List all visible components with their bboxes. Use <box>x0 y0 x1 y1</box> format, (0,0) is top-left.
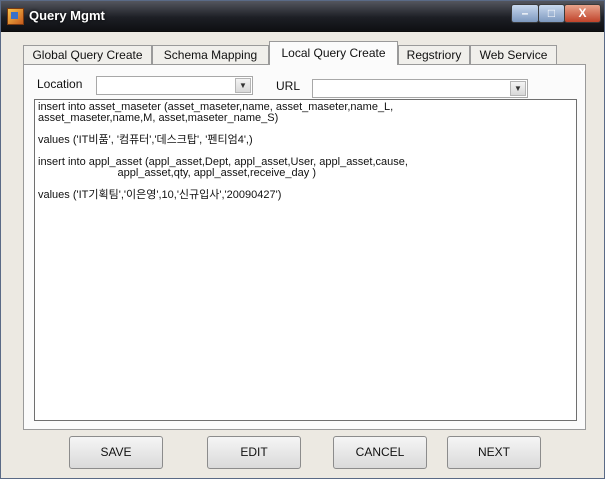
save-button[interactable]: SAVE <box>69 436 163 469</box>
tab-regstriory[interactable]: Regstriory <box>398 45 470 64</box>
title-bar[interactable]: Query Mgmt – □ X <box>1 1 604 32</box>
location-select[interactable]: ▼ <box>96 76 253 95</box>
window-title: Query Mgmt <box>29 8 105 23</box>
minimize-button[interactable]: – <box>511 4 539 23</box>
chevron-down-icon[interactable]: ▼ <box>510 81 526 96</box>
tab-schema-mapping[interactable]: Schema Mapping <box>152 45 269 64</box>
url-select[interactable]: ▼ <box>312 79 528 98</box>
close-button[interactable]: X <box>564 4 601 23</box>
maximize-icon: □ <box>547 6 556 20</box>
tab-local-query-create[interactable]: Local Query Create <box>269 41 398 65</box>
next-button[interactable]: NEXT <box>447 436 541 469</box>
tab-global-query-create[interactable]: Global Query Create <box>23 45 152 64</box>
chevron-down-icon[interactable]: ▼ <box>235 78 251 93</box>
query-mgmt-window: Query Mgmt – □ X Global Query Create Sch… <box>0 0 605 479</box>
close-icon: X <box>578 6 587 20</box>
location-label: Location <box>37 77 83 91</box>
query-text-area[interactable]: insert into asset_maseter (asset_maseter… <box>34 99 577 421</box>
tab-web-service[interactable]: Web Service <box>470 45 557 64</box>
minimize-icon: – <box>521 6 529 20</box>
maximize-button[interactable]: □ <box>538 4 565 23</box>
app-icon <box>7 8 24 25</box>
edit-button[interactable]: EDIT <box>207 436 301 469</box>
cancel-button[interactable]: CANCEL <box>333 436 427 469</box>
url-label: URL <box>276 79 301 93</box>
